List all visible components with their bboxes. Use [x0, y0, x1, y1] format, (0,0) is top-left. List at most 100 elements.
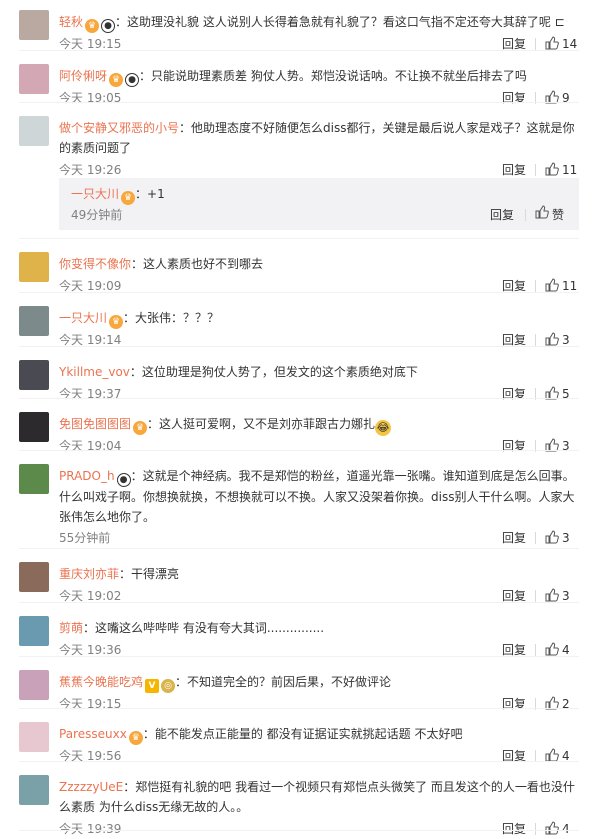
laugh-cry-emoji-icon: 😂	[375, 420, 392, 436]
reply-button[interactable]: 回复	[502, 34, 526, 54]
divider	[525, 209, 526, 221]
avatar[interactable]	[19, 10, 49, 40]
like-count: 11	[562, 163, 578, 177]
divider	[535, 164, 536, 176]
avatar[interactable]	[19, 616, 49, 646]
like-count: 3	[562, 333, 570, 347]
like-button[interactable]: 11	[545, 160, 577, 180]
like-button[interactable]: 3	[545, 436, 570, 456]
like-count: 11	[562, 279, 578, 293]
comment-username[interactable]: 轻秋	[59, 15, 83, 29]
avatar[interactable]	[19, 360, 49, 390]
comment-username[interactable]: 重庆刘亦菲	[59, 567, 119, 581]
avatar[interactable]	[19, 722, 49, 752]
comment-text: ：只能说助理素质差 狗仗人势。郑恺没说话呐。不让换不就坐后排去了吗	[139, 69, 527, 83]
comment-time: 今天 19:15	[59, 37, 122, 51]
like-button[interactable]: 5	[545, 384, 570, 404]
comment-time: 今天 19:56	[59, 749, 122, 763]
avatar[interactable]	[19, 64, 49, 94]
comment-username[interactable]: Ykillme_vov	[59, 365, 130, 379]
comment-username[interactable]: Paresseuxx	[59, 727, 127, 741]
like-button[interactable]: 9	[545, 88, 570, 108]
row-divider	[19, 602, 579, 603]
like-label: 赞	[552, 208, 565, 222]
reply-button[interactable]: 回复	[502, 528, 526, 548]
reply-button[interactable]: 回复	[502, 640, 526, 660]
vip-badge-icon: ♛	[133, 421, 148, 435]
like-button[interactable]: 11	[545, 276, 577, 296]
vip-badge-icon: ♛	[109, 73, 124, 87]
like-count: 3	[562, 589, 570, 603]
comment-body: Ykillme_vov：这位助理是狗仗人势了，但发文的这个素质绝对底下	[59, 362, 582, 382]
reply-button[interactable]: 回复	[502, 88, 526, 108]
like-button[interactable]: 14	[545, 34, 577, 54]
avatar[interactable]	[19, 252, 49, 282]
like-button[interactable]: 3	[545, 586, 570, 606]
reply-button[interactable]: 回复	[502, 330, 526, 350]
comment-text: ：这位助理是狗仗人势了，但发文的这个素质绝对底下	[129, 365, 418, 379]
thumbs-up-icon	[545, 642, 559, 657]
comment-time: 今天 19:14	[59, 333, 122, 347]
medal-badge-icon: ◎	[161, 679, 176, 693]
comment-body: Paresseuxx ♛ ：能不能发点正能量的 都没有证据证实就挑起话题 不太好吧	[59, 724, 582, 745]
sub-reply-time: 49分钟前	[71, 208, 123, 222]
like-button[interactable]: 4	[545, 640, 570, 660]
like-button[interactable]: 2	[545, 694, 570, 714]
thumbs-up-icon	[545, 530, 559, 545]
reply-button[interactable]: 回复	[502, 586, 526, 606]
avatar[interactable]	[19, 775, 49, 805]
comment-username[interactable]: 你变得不像你	[59, 257, 131, 271]
comment-username[interactable]: 剪萌	[59, 621, 83, 635]
comment-text: ：这人挺可爱啊，又不是刘亦菲跟古力娜扎	[147, 417, 376, 431]
row-divider	[19, 50, 579, 51]
sub-reply-button[interactable]: 回复	[490, 205, 514, 225]
comment-text: ：能不能发点正能量的 都没有证据证实就挑起话题 不太好吧	[142, 727, 463, 741]
divider	[535, 280, 536, 292]
row-divider	[19, 238, 579, 239]
sub-reply: 一只大川 ♛ ：+1 49分钟前 回复 赞	[59, 178, 579, 230]
reply-button[interactable]: 回复	[502, 276, 526, 296]
avatar[interactable]	[19, 464, 49, 494]
avatar[interactable]	[19, 306, 49, 336]
comment-body: 一只大川 ♛ ：大张伟：？？？	[59, 308, 582, 329]
reply-button[interactable]: 回复	[502, 384, 526, 404]
comment-text: ：这助理没礼貌 这人说别人长得着急就有礼貌了？看这口气指不定还夸大其辞了呢 ⊏	[115, 15, 565, 29]
like-button[interactable]: 4	[545, 819, 570, 839]
comment-username[interactable]: 阿伶俐呀	[59, 69, 107, 83]
comment-body: 蕉蕉今晚能吃鸡 V ◎ ：不知道完全的？前因后果，不好做评论	[59, 672, 582, 693]
comment-body: ZzzzzyUeE：郑恺挺有礼貌的吧 我看过一个视频只有郑恺点头微笑了 而且发这…	[59, 777, 582, 817]
divider	[535, 38, 536, 50]
row-divider	[19, 450, 579, 451]
sub-reply-username[interactable]: 一只大川	[71, 187, 119, 201]
avatar[interactable]	[19, 670, 49, 700]
comment-text: ：这人素质也好不到哪去	[131, 257, 264, 271]
comment-username[interactable]: 做个安静又邪恶的小号	[59, 121, 179, 135]
vip-badge-icon: ♛	[128, 731, 143, 745]
like-count: 3	[562, 531, 570, 545]
comment-username[interactable]: PRADO_h	[59, 469, 115, 483]
reply-button[interactable]: 回复	[502, 819, 526, 839]
row-divider	[19, 398, 579, 399]
comment-username[interactable]: 一只大川	[59, 311, 107, 325]
comment-username[interactable]: 蕉蕉今晚能吃鸡	[59, 675, 143, 689]
avatar[interactable]	[19, 116, 49, 146]
like-button[interactable]: 3	[545, 528, 570, 548]
reply-button[interactable]: 回复	[502, 694, 526, 714]
comment-username[interactable]: ZzzzzyUeE	[59, 780, 123, 794]
comment-body: 阿伶俐呀 ♛ ● ：只能说助理素质差 狗仗人势。郑恺没说话呐。不让换不就坐后排去了吗	[59, 66, 582, 87]
avatar[interactable]	[19, 562, 49, 592]
reply-button[interactable]: 回复	[502, 436, 526, 456]
comment-time: 今天 19:02	[59, 589, 122, 603]
like-button[interactable]: 4	[545, 746, 570, 766]
comment-body: 剪萌：这嘴这么哔哔哔 有没有夸大其词...............	[59, 618, 582, 638]
avatar[interactable]	[19, 412, 49, 442]
reply-button[interactable]: 回复	[502, 746, 526, 766]
comment-body: 重庆刘亦菲：干得漂亮	[59, 564, 582, 584]
reply-button[interactable]: 回复	[502, 160, 526, 180]
divider	[535, 644, 536, 656]
comment-body: 免图免图图图 ♛ ：这人挺可爱啊，又不是刘亦菲跟古力娜扎 😂	[59, 414, 582, 436]
thumbs-up-icon	[545, 162, 559, 177]
like-button[interactable]: 3	[545, 330, 570, 350]
sub-like-button[interactable]: 赞	[535, 205, 564, 225]
comment-username[interactable]: 免图免图图图	[59, 417, 131, 431]
